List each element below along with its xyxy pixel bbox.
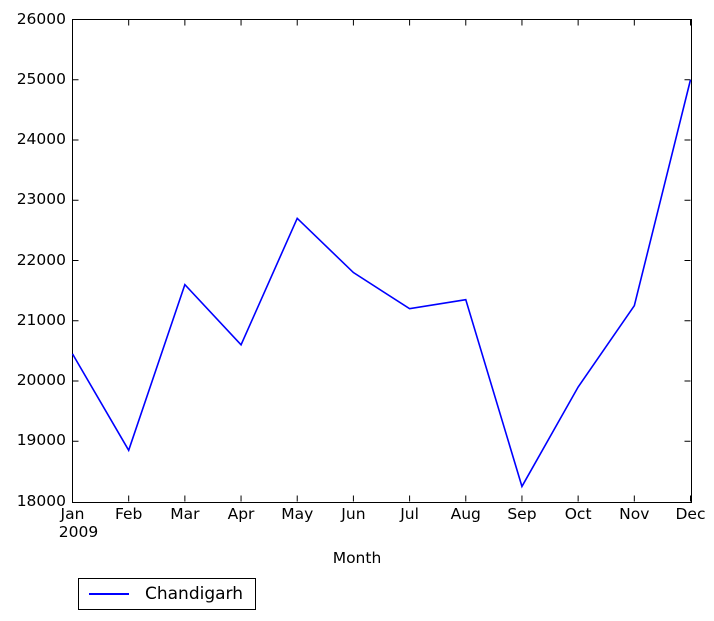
y-axis-tick-label: 20000 [16, 371, 66, 389]
y-axis-tick-label: 26000 [16, 9, 66, 28]
x-axis-tick-label: Feb [114, 505, 143, 523]
plot-area [72, 19, 692, 503]
x-axis-tick-labels: Jan Feb Mar Apr May Jun Jul Aug Sep Oct Nov Dec [0, 506, 714, 530]
x-axis-title: Month [332, 549, 382, 567]
x-axis-tick-label: Jul [400, 505, 419, 523]
legend-label: Chandigarh [145, 584, 244, 604]
y-axis-tick-label: 19000 [16, 431, 66, 450]
legend-line-swatch [89, 593, 129, 595]
y-axis-tick-label: 25000 [16, 69, 66, 88]
x-axis-tick-label: Nov [619, 505, 650, 523]
x-axis-tick-label: Jun [341, 505, 366, 523]
y-axis-tick-label: 21000 [16, 310, 66, 329]
chart-legend[interactable]: Chandigarh [78, 578, 257, 610]
x-axis-tick-label: Dec [675, 505, 706, 523]
y-axis-tick-label: 23000 [16, 190, 66, 209]
x-axis-tick-label: Oct [564, 505, 592, 523]
x-axis-year-label: 2009 [58, 523, 99, 541]
x-axis-tick-label: Mar [170, 505, 200, 523]
x-axis-tick-label: Apr [227, 505, 255, 523]
y-axis-tick-label: 24000 [16, 130, 66, 148]
chart-figure: 18000 19000 20000 21000 22000 23000 24000 25000… [0, 0, 714, 621]
x-axis-tick-label: Sep [507, 505, 537, 523]
legend-entry[interactable]: Chandigarh [89, 585, 243, 603]
y-axis-tick-label: 22000 [16, 250, 66, 269]
x-axis-tick-label: Jan [60, 505, 85, 523]
x-axis-tick-label: May [281, 505, 314, 523]
x-axis-tick-label: Aug [450, 505, 481, 523]
